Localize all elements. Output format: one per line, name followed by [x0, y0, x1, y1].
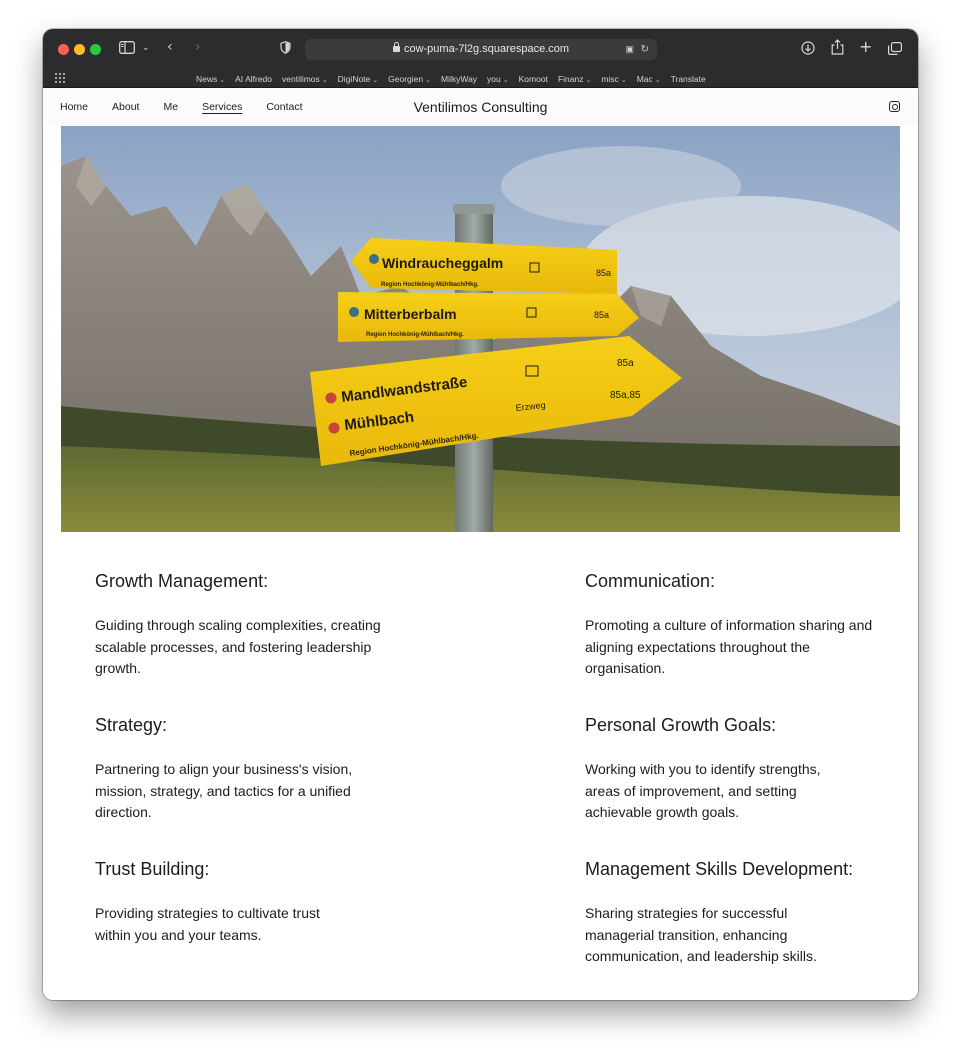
sign-code-secondary: 85a,85 [610, 390, 641, 401]
bookmark-label: Mac [636, 73, 653, 84]
bookmarks-bar: News ⌄ AI Alfredo ventilimos ⌄ DigiNote ⌄ Georg… [43, 69, 918, 88]
bookmark-ai-alfredo[interactable]: AI Alfredo [235, 74, 272, 84]
bookmark-label: News [196, 73, 218, 84]
bookmark-finanz[interactable]: Finanz ⌄ [558, 74, 591, 84]
bookmark-mac[interactable]: Mac ⌄ [637, 74, 661, 84]
bookmark-label: DigiNote [337, 73, 371, 84]
bookmark-translate[interactable]: Translate [671, 74, 706, 84]
service-strategy: Strategy: Partnering to align your busin… [95, 714, 415, 820]
bookmark-label: MilkyWay [441, 73, 478, 84]
sign-text: Windraucheggalm [382, 255, 503, 271]
service-title: Personal Growth Goals: [585, 715, 777, 735]
bookmark-list: News ⌄ AI Alfredo ventilimos ⌄ DigiNote ⌄ Georg… [196, 69, 706, 88]
service-management-skills-development: Management Skills Development: Sharing s… [585, 858, 905, 964]
service-description: Sharing strategies for successful manage… [585, 905, 817, 964]
bookmark-label: ventilimos [282, 73, 320, 84]
service-title: Strategy: [95, 715, 168, 735]
service-communication: Communication: Promoting a culture of in… [585, 570, 905, 676]
service-growth-management: Growth Management: Guiding through scali… [95, 570, 415, 676]
bookmark-label: Komoot [518, 73, 548, 84]
bookmark-label: Finanz [557, 73, 584, 84]
shield-icon[interactable] [280, 41, 291, 57]
browser-toolbar: ⌄ ‹ › cow-puma-7l2g.squarespace.com ▣ ↻ … [43, 29, 918, 69]
bookmark-label: Translate [670, 73, 706, 84]
sign-mitterbergalm: Mitterberbalm Region Hochkönig-Mühlbach/… [338, 292, 639, 342]
service-trust-building: Trust Building: Providing strategies to … [95, 858, 415, 943]
chevron-down-icon: ⌄ [219, 76, 226, 84]
tab-overview-icon[interactable] [888, 42, 902, 58]
translate-icon[interactable]: ▣ [625, 39, 634, 60]
lock-icon [392, 42, 400, 52]
service-title: Trust Building: [95, 859, 210, 879]
chevron-down-icon: ⌄ [372, 76, 379, 84]
chevron-down-icon: ⌄ [425, 76, 431, 84]
bookmark-ventilimos[interactable]: ventilimos ⌄ [282, 74, 328, 84]
minimize-window-button[interactable] [74, 44, 85, 55]
service-description: Promoting a culture of information shari… [585, 617, 873, 676]
chevron-down-icon[interactable]: ⌄ [142, 41, 150, 55]
zoom-window-button[interactable] [90, 44, 101, 55]
service-title: Growth Management: [95, 571, 269, 591]
sign-code: 85a [594, 310, 609, 320]
service-title: Management Skills Development: [585, 859, 854, 879]
bookmark-diginote[interactable]: DigiNote ⌄ [338, 74, 378, 84]
downloads-icon[interactable] [801, 41, 815, 58]
browser-window: ⌄ ‹ › cow-puma-7l2g.squarespace.com ▣ ↻ … [43, 29, 918, 1000]
url-text: cow-puma-7l2g.squarespace.com [403, 43, 570, 55]
back-button[interactable]: ‹ [167, 40, 173, 54]
site-header: Home About Me Services Contact Ventilimos Co… [43, 89, 918, 126]
service-title: Communication: [585, 571, 716, 591]
hero-image: Windraucheggalm Region Hochkönig-Mühlbac… [61, 126, 900, 532]
chevron-down-icon: ⌄ [585, 76, 592, 84]
web-page: Home About Me Services Contact Ventilimos Co… [43, 89, 918, 1000]
bookmark-label: Georgien [388, 73, 424, 84]
chevron-down-icon: ⌄ [654, 76, 661, 84]
bookmark-label: you [487, 73, 501, 84]
bookmark-komoot[interactable]: Komoot [519, 74, 548, 84]
forward-button[interactable]: › [195, 40, 201, 54]
service-personal-growth-goals: Personal Growth Goals: Working with you … [585, 714, 905, 820]
sidebar-toggle-icon[interactable] [119, 41, 135, 57]
new-tab-icon[interactable]: + [859, 39, 872, 55]
sign-code: 85a [617, 358, 634, 369]
chevron-down-icon: ⌄ [502, 76, 509, 84]
service-description: Partnering to align your business's visi… [95, 761, 353, 820]
close-window-button[interactable] [58, 44, 69, 55]
service-description: Guiding through scaling complexities, cr… [95, 617, 381, 676]
sign-subtext: Region Hochkönig-Mühlbach/Hkg. [366, 332, 464, 338]
bookmark-label: misc [601, 73, 619, 84]
service-description: Working with you to identify strengths, … [585, 761, 821, 820]
reload-icon[interactable]: ↻ [641, 39, 649, 60]
service-description: Providing strategies to cultivate trust … [95, 905, 320, 943]
sign-code: 85a [596, 268, 611, 278]
sign-text: Mitterberbalm [364, 306, 457, 322]
bookmark-georgien[interactable]: Georgien ⌄ [388, 74, 431, 84]
instagram-icon[interactable] [889, 101, 900, 112]
bookmark-you[interactable]: you ⌄ [487, 74, 509, 84]
sign-subtext: Region Hochkönig-Mühlbach/Hkg. [381, 282, 479, 288]
bookmark-news[interactable]: News ⌄ [196, 74, 225, 84]
chevron-down-icon: ⌄ [620, 76, 627, 84]
apps-grid-icon[interactable] [55, 73, 66, 83]
site-title[interactable]: Ventilimos Consulting [43, 99, 918, 115]
share-icon[interactable] [831, 39, 844, 58]
chevron-down-icon: ⌄ [321, 76, 328, 84]
address-bar[interactable]: cow-puma-7l2g.squarespace.com ▣ ↻ [305, 39, 657, 60]
bookmark-misc[interactable]: misc ⌄ [601, 74, 626, 84]
bookmark-milkyway[interactable]: MilkyWay [441, 74, 477, 84]
bookmark-label: AI Alfredo [235, 73, 272, 84]
